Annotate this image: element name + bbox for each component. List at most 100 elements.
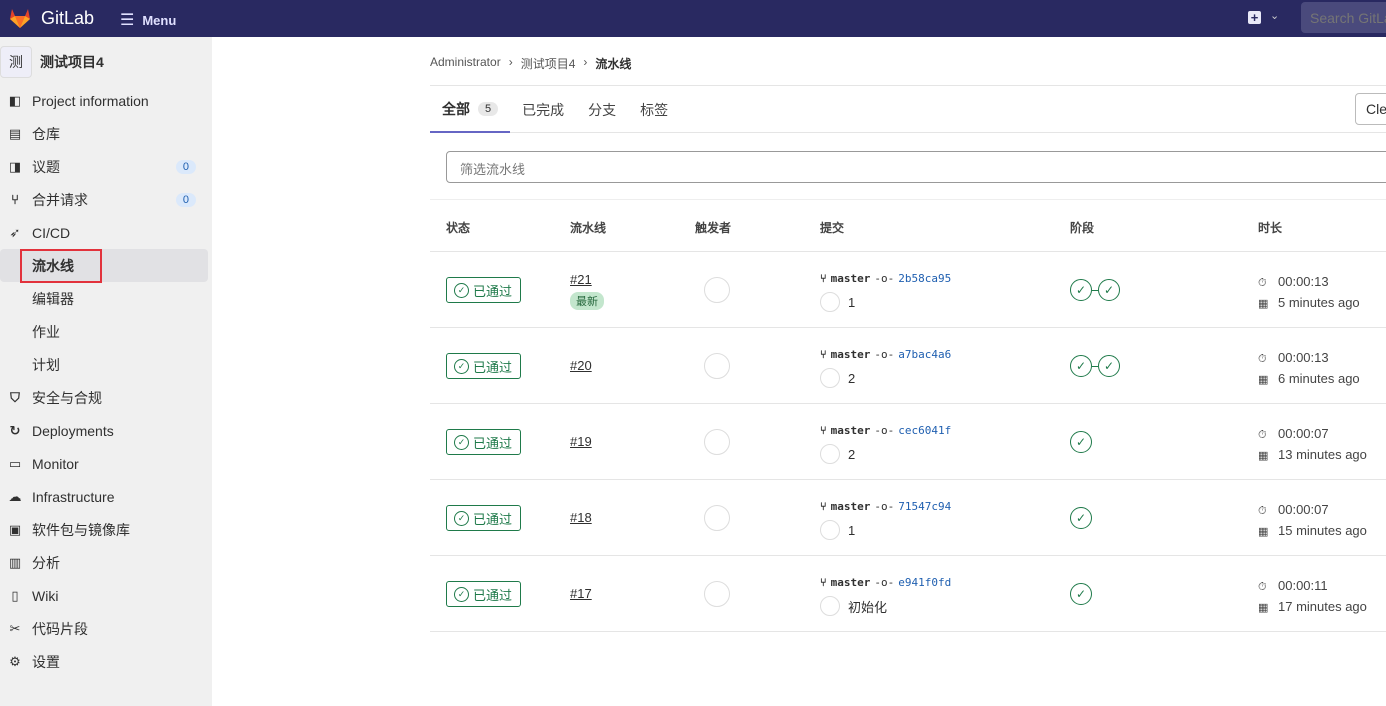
tab-finished[interactable]: 已完成 [510,86,576,133]
author-avatar[interactable] [820,444,840,464]
breadcrumb-item[interactable]: 测试项目4 [521,55,576,72]
sidebar-item[interactable]: ◧ Project information [0,84,212,117]
pipeline-id-link[interactable]: #18 [570,510,592,525]
branch-link[interactable]: master [831,576,871,589]
branch-link[interactable]: master [831,500,871,513]
clear-runner-caches-button[interactable]: Clear runner caches [1355,93,1386,125]
sidebar-item[interactable]: ▥ 分析 [0,546,212,579]
filter-pipelines-input[interactable]: 筛选流水线 [446,151,1386,183]
breadcrumb-current[interactable]: 流水线 [595,55,631,72]
sidebar-item-label: Project information [32,92,149,109]
trigger-avatar[interactable] [704,353,730,379]
stage-passed-icon[interactable]: ✓ [1070,507,1092,529]
branch-link[interactable]: master [831,424,871,437]
column-header: 阶段 [1070,221,1095,235]
author-avatar[interactable] [820,596,840,616]
search-input[interactable] [1301,2,1386,33]
hamburger-icon: ☰ [120,12,135,29]
table-row: ✓ 已通过 #21 最新 ⑂ master -o- 2b58ca95 1 ✓ ✓ ⏱ 00:… [430,252,1386,328]
menu-button[interactable]: ☰ Menu [120,10,176,30]
commit-sha-link[interactable]: 71547c94 [898,500,951,513]
sidebar-item[interactable]: 计划 [0,348,212,381]
sidebar-item[interactable]: ▣ 软件包与镜像库 [0,513,212,546]
chevron-right-icon: › [583,55,588,69]
sidebar-item[interactable]: 作业 [0,315,212,348]
sidebar-item[interactable]: ➶ CI/CD [0,216,212,249]
pipeline-id-link[interactable]: #20 [570,358,592,373]
check-circle-icon: ✓ [454,511,469,526]
commit-sha-link[interactable]: cec6041f [898,424,951,437]
tab-branches[interactable]: 分支 [576,86,628,133]
sidebar-item[interactable]: ▤ 仓库 [0,117,212,150]
tab-all[interactable]: 全部 5 [430,86,511,133]
status-badge[interactable]: ✓ 已通过 [446,277,522,303]
pipeline-id-link[interactable]: #21 [570,272,592,287]
sidebar-item[interactable]: ⚙ 设置 [0,645,212,678]
duration-value: 00:00:13 [1278,274,1329,289]
status-badge[interactable]: ✓ 已通过 [446,581,522,607]
stage-passed-icon[interactable]: ✓ [1070,583,1092,605]
sidebar-item[interactable]: ☁ Infrastructure [0,480,212,513]
package-icon: ▣ [8,521,22,537]
tab-tags[interactable]: 标签 [628,86,680,133]
new-plus-icon[interactable]: + [1248,11,1261,24]
branch-link[interactable]: master [831,348,871,361]
project-header[interactable]: 测 测试项目4 [0,46,104,78]
branch-icon: ⑂ [820,500,827,513]
commit-title-link[interactable]: 1 [848,295,855,310]
sidebar-item[interactable]: 编辑器 [0,282,212,315]
commit-sha-link[interactable]: a7bac4a6 [898,348,951,361]
pipeline-stages: ✓ ✓ [1070,355,1120,377]
duration: ⏱ 00:00:11 ▦ 17 minutes ago [1258,576,1367,618]
sidebar-item[interactable]: ◨ 议题 0 [0,150,212,183]
project-name: 测试项目4 [40,54,104,70]
trigger-avatar[interactable] [704,277,730,303]
count-badge: 0 [175,192,196,207]
sidebar-item[interactable]: ↻ Deployments [0,414,212,447]
author-avatar[interactable] [820,292,840,312]
sidebar-item[interactable]: ✂ 代码片段 [0,612,212,645]
gitlab-logo-icon[interactable] [8,6,32,30]
commit-icon: -o- [874,348,895,361]
commit-title-link[interactable]: 2 [848,447,855,462]
commit-title-link[interactable]: 1 [848,523,855,538]
top-bar: GitLab ☰ Menu + ⌄ [0,0,1386,37]
status-badge[interactable]: ✓ 已通过 [446,353,522,379]
trigger-avatar[interactable] [704,581,730,607]
sidebar-item-label: 分析 [32,554,60,571]
finished-time: 15 minutes ago [1278,523,1367,538]
author-avatar[interactable] [820,368,840,388]
sidebar-item[interactable]: ▯ Wiki [0,579,212,612]
sidebar-item[interactable]: ▭ Monitor [0,447,212,480]
table-row: ✓ 已通过 #17 ⑂ master -o-e941f0fd 初始化 ✓ ⏱ 00:00… [430,556,1386,632]
breadcrumb-item[interactable]: Administrator [430,55,501,72]
status-badge[interactable]: ✓ 已通过 [446,429,522,455]
sidebar-item[interactable]: ⛉ 安全与合规 [0,381,212,414]
author-avatar[interactable] [820,520,840,540]
trigger-avatar[interactable] [704,505,730,531]
column-header: 流水线 [570,221,607,235]
brand-name[interactable]: GitLab [41,8,94,29]
commit-sha-link[interactable]: 2b58ca95 [898,272,951,285]
status-badge[interactable]: ✓ 已通过 [446,505,522,531]
timer-icon: ⏱ [1258,277,1267,289]
branch-link[interactable]: master [831,272,871,285]
sidebar-item[interactable]: ⑂ 合并请求 0 [0,183,212,216]
stage-passed-icon[interactable]: ✓ [1098,279,1120,301]
commit-message: 1 [820,292,855,312]
trigger-avatar[interactable] [704,429,730,455]
stage-passed-icon[interactable]: ✓ [1070,279,1092,301]
commit-title-link[interactable]: 初始化 [848,597,887,616]
pipeline-id-link[interactable]: #17 [570,586,592,601]
pipeline-id-link[interactable]: #19 [570,434,592,449]
commit-sha-link[interactable]: e941f0fd [898,576,951,589]
stage-passed-icon[interactable]: ✓ [1098,355,1120,377]
stage-passed-icon[interactable]: ✓ [1070,355,1092,377]
chevron-down-icon[interactable]: ⌄ [1270,9,1279,22]
stage-passed-icon[interactable]: ✓ [1070,431,1092,453]
commit-info: ⑂ master -o-e941f0fd [820,576,951,589]
sidebar-item-label: Wiki [32,587,59,604]
status-label: 已通过 [473,284,513,299]
rocket-icon: ➶ [9,224,21,240]
commit-title-link[interactable]: 2 [848,371,855,386]
